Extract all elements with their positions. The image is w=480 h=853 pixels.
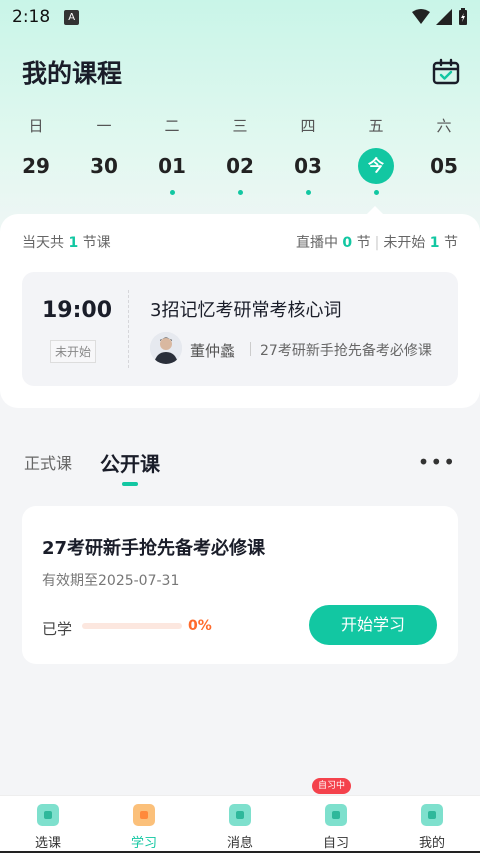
class-dot — [442, 190, 447, 195]
course-card[interactable]: 27考研新手抢先备考必修课 有效期至2025-07-31 已学 0% 开始学习 — [22, 506, 458, 664]
course-tabs: 正式课 公开课 ••• — [24, 440, 456, 486]
tab-label: 正式课 — [24, 454, 73, 473]
more-options-button[interactable]: ••• — [418, 450, 456, 474]
date-number: 02 — [226, 154, 254, 178]
status-summary: 直播中 0 节 | 未开始 1 节 — [296, 232, 458, 252]
nav-label: 学习 — [130, 836, 157, 851]
date-number: 29 — [22, 154, 50, 178]
active-tab-indicator — [122, 481, 139, 486]
day-tue[interactable]: 二 01 — [138, 112, 206, 202]
valid-until: 有效期至2025-07-31 — [42, 573, 180, 589]
weekday-label: 三 — [232, 117, 248, 135]
day-schedule-card: 当天共 1 节课 直播中 0 节 | 未开始 1 节 19:00 未开始 3招记忆考… — [0, 206, 480, 408]
pointer-arrow — [366, 206, 384, 215]
divider — [128, 290, 129, 368]
weekday-label: 六 — [436, 117, 452, 135]
day-fri-today[interactable]: 五 今 — [342, 112, 410, 202]
lesson-course-name: 27考研新手抢先备考必修课 — [260, 343, 432, 359]
tab-formal-course[interactable]: 正式课 — [24, 450, 72, 474]
weekday-label: 四 — [300, 117, 316, 135]
calendar-icon — [432, 58, 460, 85]
nav-item-select-course[interactable]: 选课 — [0, 796, 96, 853]
day-wed[interactable]: 三 02 — [206, 112, 274, 202]
profile-icon — [421, 804, 443, 826]
nav-item-profile[interactable]: 我的 — [384, 796, 480, 853]
class-dot — [34, 190, 39, 195]
lesson-title: 3招记忆考研常考核心词 — [150, 300, 342, 321]
divider: | — [374, 235, 380, 251]
date-number: 01 — [158, 154, 186, 178]
date-number: 05 — [430, 154, 458, 178]
lesson-item[interactable]: 19:00 未开始 3招记忆考研常考核心词 董仲蠡 27考研新手抢先备考必修课 — [22, 272, 458, 386]
page-header: 我的课程 — [22, 52, 462, 92]
pending-count: 1 — [429, 235, 440, 251]
message-icon — [229, 804, 251, 826]
self-study-icon — [325, 804, 347, 826]
divider — [250, 342, 251, 356]
weekday-label: 日 — [28, 117, 44, 135]
day-sun[interactable]: 日 29 — [2, 112, 70, 202]
weekday-label: 二 — [164, 117, 180, 135]
pending-unit: 节 — [444, 235, 458, 251]
live-label: 直播中 — [295, 235, 338, 251]
status-time: 2:18 — [12, 7, 51, 27]
tab-label: 公开课 — [100, 451, 161, 476]
week-calendar: 日 29 一 30 二 01 三 02 四 03 五 今 六 05 — [0, 112, 480, 202]
tab-open-course[interactable]: 公开课 — [100, 448, 161, 486]
live-unit: 节 — [356, 235, 371, 251]
status-bar: 2:18 A — [0, 0, 480, 34]
weekday-label: 一 — [96, 117, 112, 135]
wifi-icon — [412, 9, 430, 24]
course-title: 27考研新手抢先备考必修课 — [42, 538, 266, 559]
live-count: 0 — [342, 235, 353, 251]
accessibility-icon: A — [64, 9, 80, 25]
lesson-status-badge: 未开始 — [50, 340, 97, 363]
nav-label: 自习 — [322, 836, 349, 851]
class-dot — [305, 190, 311, 195]
nav-label: 选课 — [34, 836, 61, 851]
today-marker: 今 — [358, 148, 394, 184]
progress-bar — [82, 623, 182, 629]
nav-item-study[interactable]: 学习 — [96, 796, 192, 853]
day-summary: 当天共 1 节课 直播中 0 节 | 未开始 1 节 — [22, 232, 458, 252]
pending-label: 未开始 — [383, 235, 426, 251]
study-icon — [133, 804, 155, 826]
start-learning-button[interactable]: 开始学习 — [309, 605, 437, 645]
nav-item-messages[interactable]: 消息 — [192, 796, 288, 853]
page-title: 我的课程 — [22, 59, 123, 88]
class-dot — [373, 190, 379, 195]
date-number: 30 — [90, 154, 118, 178]
total-count: 1 — [68, 235, 79, 251]
class-dot — [237, 190, 243, 195]
total-prefix: 当天共 — [22, 235, 64, 251]
total-summary: 当天共 1 节课 — [22, 232, 111, 252]
signal-icon — [436, 9, 452, 25]
total-suffix: 节课 — [82, 235, 111, 251]
battery-icon — [459, 8, 467, 25]
weekday-label: 五 — [368, 117, 384, 135]
calendar-button[interactable] — [430, 56, 462, 88]
teacher-avatar — [150, 332, 182, 364]
self-study-badge: 自习中 — [312, 778, 352, 794]
course-select-icon — [37, 804, 59, 826]
nav-label: 我的 — [418, 836, 445, 851]
teacher-name: 董仲蠡 — [190, 342, 236, 360]
day-thu[interactable]: 四 03 — [274, 112, 342, 202]
bottom-nav: 选课 学习 消息 自习中 自习 我的 — [0, 778, 480, 853]
nav-item-self-study[interactable]: 自习中 自习 — [288, 778, 384, 853]
lesson-time: 19:00 — [42, 298, 113, 323]
class-dot — [169, 190, 175, 195]
day-sat[interactable]: 六 05 — [410, 112, 478, 202]
day-mon[interactable]: 一 30 — [70, 112, 138, 202]
date-number: 03 — [294, 154, 322, 178]
nav-label: 消息 — [226, 836, 253, 851]
progress-percent: 0% — [188, 618, 212, 634]
class-dot — [102, 190, 107, 195]
learned-label: 已学 — [42, 620, 73, 638]
